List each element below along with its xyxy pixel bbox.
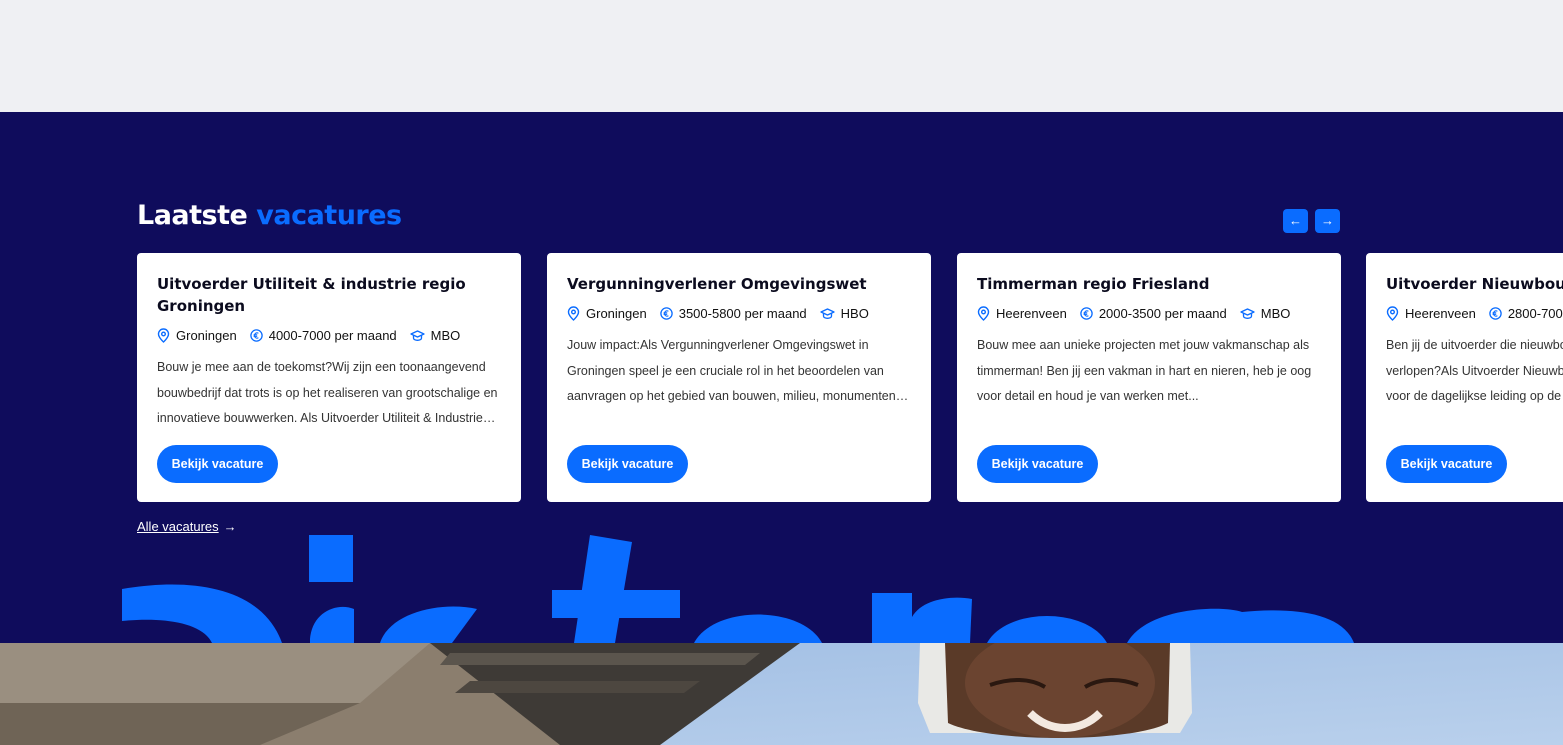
latest-vacancies-section: Laatste vacatures ← → Uitvoerder Utilite… <box>0 112 1563 643</box>
job-salary-text: 2000-3500 per maand <box>1098 306 1227 321</box>
job-location-text: Groningen <box>176 328 237 343</box>
carousel-next-button[interactable]: → <box>1315 209 1340 233</box>
job-title: Vergunningverlener Omgevingswet <box>567 275 867 293</box>
view-vacancy-button[interactable]: Bekijk vacature <box>567 445 688 483</box>
brand-wordmark-graphic <box>122 535 1354 643</box>
job-card[interactable]: Timmerman regio Friesland Heerenveen 200… <box>957 253 1341 502</box>
location-pin-icon <box>567 306 580 321</box>
all-vacancies-link-text: Alle vacatures <box>137 519 219 534</box>
euro-icon <box>1489 307 1502 320</box>
arrow-right-icon: → <box>223 519 237 534</box>
carousel-prev-button[interactable]: ← <box>1283 209 1308 233</box>
job-salary: 2800-7000 per maand <box>1489 306 1563 321</box>
view-vacancy-button[interactable]: Bekijk vacature <box>157 445 278 483</box>
job-meta: Heerenveen 2800-7000 per maand <box>1386 306 1563 321</box>
job-education: MBO <box>410 328 461 343</box>
construction-worker-photo <box>0 643 1563 745</box>
job-description-line: verlopen?Als Uitvoerder Nieuwbouw <box>1386 363 1563 378</box>
section-heading: Laatste vacatures <box>137 200 402 231</box>
graduation-cap-icon <box>820 307 835 319</box>
job-salary-text: 3500-5800 per maand <box>678 306 807 321</box>
euro-icon <box>249 329 263 342</box>
job-education-text: MBO <box>1260 306 1291 321</box>
hero-photo <box>0 643 1563 745</box>
all-vacancies-link[interactable]: Alle vacatures → <box>137 519 237 534</box>
job-location-text: Groningen <box>586 306 647 321</box>
job-education: HBO <box>820 306 869 321</box>
graduation-cap-icon <box>1240 307 1255 319</box>
job-salary-text: 2800-7000 per maand <box>1507 306 1563 321</box>
job-salary: 3500-5800 per maand <box>659 306 807 321</box>
job-description: Bouw je mee aan de toekomst?Wij zijn een… <box>157 360 498 425</box>
job-education-text: MBO <box>430 328 461 343</box>
job-description: Bouw mee aan unieke projecten met jouw v… <box>977 338 1312 403</box>
job-title: Timmerman regio Friesland <box>977 275 1210 293</box>
job-card[interactable]: Uitvoerder Nieuwbouw Heerenveen 2800-700… <box>1366 253 1563 502</box>
job-education-text: HBO <box>840 306 869 321</box>
job-location: Groningen <box>567 306 647 321</box>
job-salary: 4000-7000 per maand <box>249 328 397 343</box>
job-meta: Groningen 4000-7000 per maand MBO <box>157 328 473 343</box>
job-location-text: Heerenveen <box>996 306 1067 321</box>
job-education: MBO <box>1240 306 1291 321</box>
job-location: Heerenveen <box>1386 306 1476 321</box>
job-location-text: Heerenveen <box>1405 306 1476 321</box>
job-title: Uitvoerder Utiliteit & industrie regio G… <box>157 275 466 315</box>
heading-part1: Laatste <box>137 200 248 231</box>
location-pin-icon <box>1386 306 1399 321</box>
job-description-line: voor de dagelijkse leiding op de b <box>1386 389 1563 403</box>
euro-icon <box>659 307 673 320</box>
location-pin-icon <box>977 306 990 321</box>
job-title: Uitvoerder Nieuwbouw <box>1386 275 1563 293</box>
job-description: Jouw impact:Als Vergunningverlener Omgev… <box>567 338 896 403</box>
job-salary-text: 4000-7000 per maand <box>268 328 397 343</box>
job-location: Groningen <box>157 328 237 343</box>
job-card[interactable]: Uitvoerder Utiliteit & industrie regio G… <box>137 253 521 502</box>
euro-icon <box>1080 307 1093 320</box>
view-vacancy-button[interactable]: Bekijk vacature <box>977 445 1098 483</box>
top-band <box>0 0 1563 112</box>
job-meta: Groningen 3500-5800 per maand HBO <box>567 306 882 321</box>
job-meta: Heerenveen 2000-3500 per maand MBO <box>977 306 1303 321</box>
location-pin-icon <box>157 328 170 343</box>
job-description: Ben jij de uitvoerder die nieuwbouw verl… <box>1386 333 1563 410</box>
job-description-line: Ben jij de uitvoerder die nieuwbouw <box>1386 338 1563 352</box>
view-vacancy-button[interactable]: Bekijk vacature <box>1386 445 1507 483</box>
heading-part2: vacatures <box>256 200 402 231</box>
job-location: Heerenveen <box>977 306 1067 321</box>
job-card[interactable]: Vergunningverlener Omgevingswet Groninge… <box>547 253 931 502</box>
job-salary: 2000-3500 per maand <box>1080 306 1227 321</box>
graduation-cap-icon <box>410 329 425 341</box>
